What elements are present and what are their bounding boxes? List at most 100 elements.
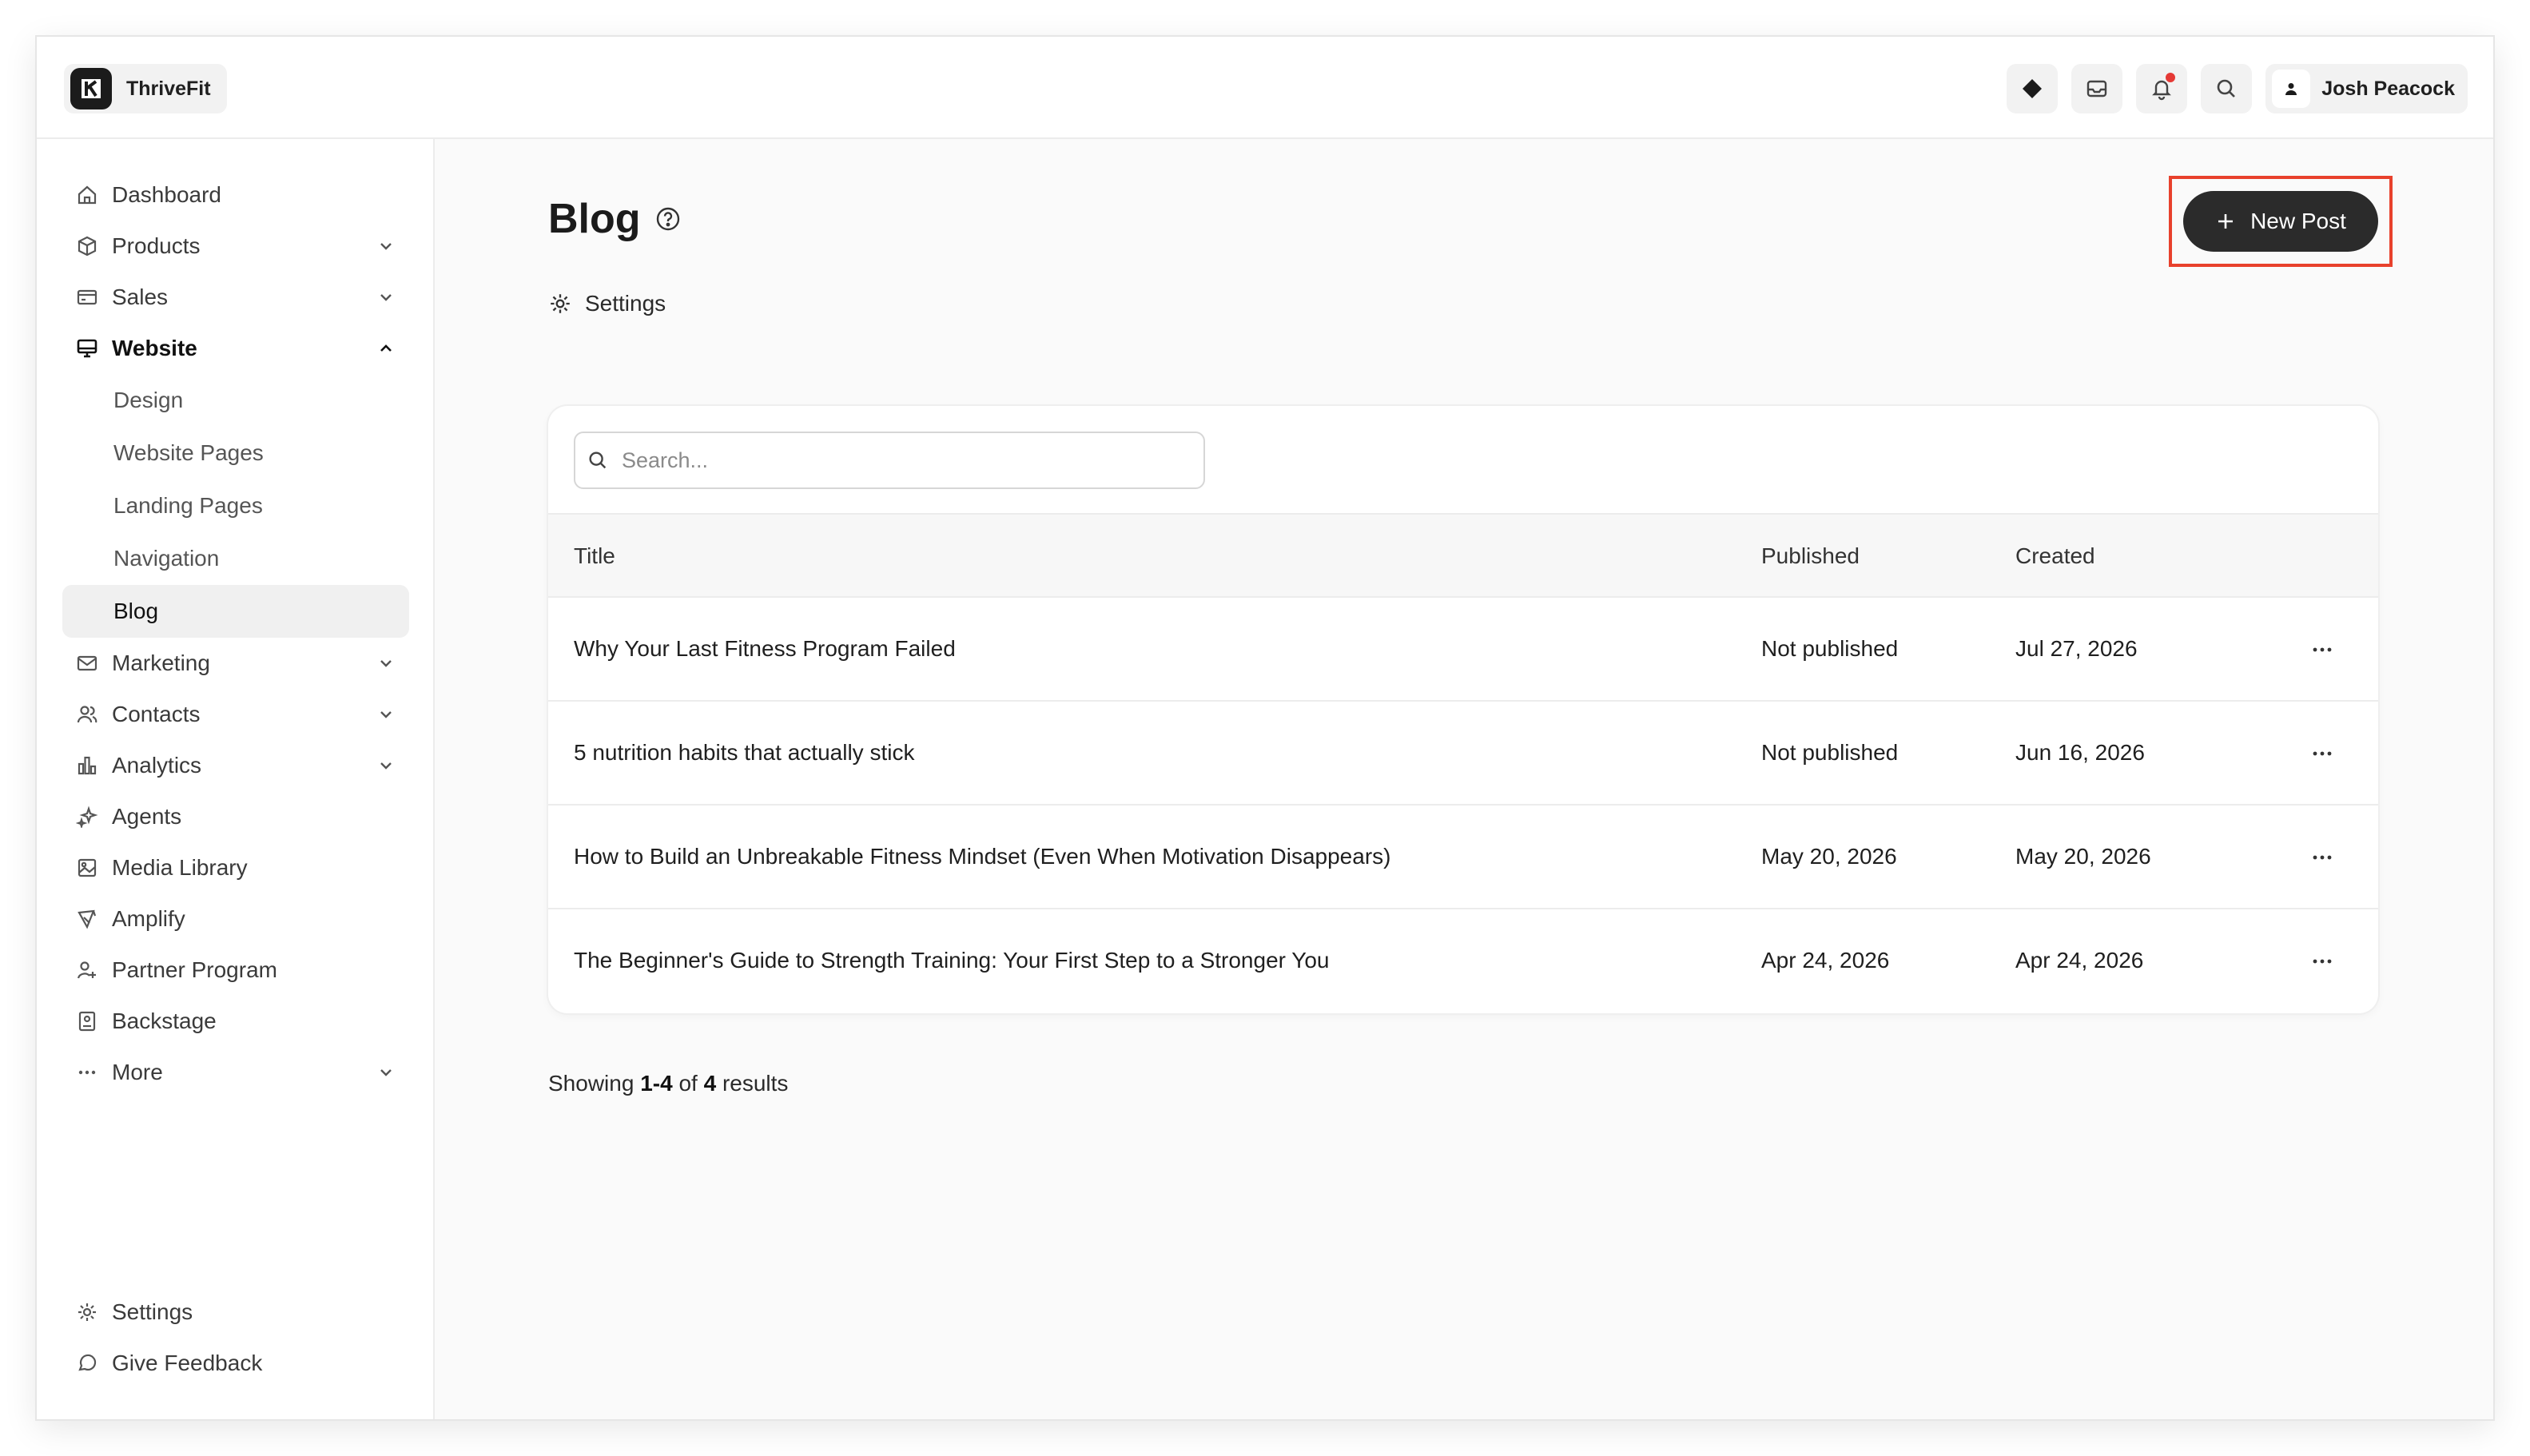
- gear-icon: [551, 294, 570, 313]
- user-name: Josh Peacock: [2321, 77, 2455, 100]
- chevron-down-icon: [380, 762, 392, 770]
- help-icon[interactable]: [655, 206, 681, 232]
- sidebar-item-label: Backstage: [112, 1008, 217, 1033]
- new-post-button[interactable]: New Post: [2183, 191, 2378, 252]
- sidebar-item-backstage[interactable]: Backstage: [62, 996, 409, 1047]
- post-published: Not published: [1761, 740, 1899, 765]
- workspace-switcher[interactable]: ThriveFit: [64, 64, 227, 113]
- sidebar: Dashboard Products Sales Website Design …: [37, 139, 435, 1419]
- sidebar-item-label: Partner Program: [112, 957, 277, 982]
- table-row[interactable]: How to Build an Unbreakable Fitness Mind…: [548, 806, 2378, 909]
- credit-card-icon: [75, 285, 99, 309]
- new-post-highlight: New Post: [2169, 176, 2393, 267]
- sidebar-item-agents[interactable]: Agents: [62, 791, 409, 842]
- post-published: Not published: [1761, 636, 1899, 661]
- table-header: Title Published Created: [548, 513, 2378, 598]
- sidebar-item-more[interactable]: More: [62, 1047, 409, 1098]
- sidebar-item-media-library[interactable]: Media Library: [62, 842, 409, 893]
- new-post-label: New Post: [2250, 209, 2346, 233]
- post-created: May 20, 2026: [2015, 844, 2151, 869]
- sidebar-item-label: Products: [112, 233, 201, 258]
- sidebar-subitem-website-pages[interactable]: Website Pages: [62, 427, 409, 479]
- post-created: Jul 27, 2026: [2015, 636, 2138, 661]
- post-published: May 20, 2026: [1761, 844, 1897, 869]
- more-horizontal-icon: [2313, 647, 2332, 652]
- sidebar-item-settings[interactable]: Settings: [62, 1287, 409, 1338]
- image-icon: [75, 856, 99, 880]
- search-input[interactable]: [620, 447, 1179, 474]
- bar-chart-icon: [75, 754, 99, 778]
- sidebar-item-website[interactable]: Website: [62, 323, 409, 374]
- sidebar-item-amplify[interactable]: Amplify: [62, 893, 409, 945]
- sidebar-item-marketing[interactable]: Marketing: [62, 638, 409, 689]
- notifications-button[interactable]: [2136, 64, 2188, 113]
- sidebar-item-label: More: [112, 1060, 163, 1084]
- sidebar-item-label: Settings: [112, 1299, 193, 1324]
- search-button[interactable]: [2201, 64, 2253, 113]
- post-created: Apr 24, 2026: [2015, 948, 2144, 973]
- chevron-down-icon: [380, 711, 392, 718]
- table-row[interactable]: Why Your Last Fitness Program Failed Not…: [548, 598, 2378, 702]
- chevron-up-icon: [380, 344, 392, 352]
- table-row[interactable]: The Beginner's Guide to Strength Trainin…: [548, 909, 2378, 1013]
- sidebar-item-label: Analytics: [112, 753, 202, 778]
- user-menu-button[interactable]: Josh Peacock: [2265, 64, 2468, 113]
- search-field[interactable]: [574, 432, 1205, 489]
- settings-label: Settings: [585, 291, 666, 316]
- column-header-published[interactable]: Published: [1761, 543, 1860, 569]
- mail-icon: [75, 651, 99, 675]
- column-header-title[interactable]: Title: [574, 543, 615, 569]
- post-title[interactable]: How to Build an Unbreakable Fitness Mind…: [574, 844, 1390, 869]
- post-published: Apr 24, 2026: [1761, 948, 1890, 973]
- sidebar-item-products[interactable]: Products: [62, 221, 409, 272]
- diamond-icon: [2023, 79, 2043, 98]
- column-header-created[interactable]: Created: [2015, 543, 2095, 569]
- monitor-icon: [75, 336, 99, 360]
- sidebar-subitem-design[interactable]: Design: [62, 374, 409, 427]
- page-title: Blog: [548, 196, 641, 242]
- chevron-down-icon: [380, 294, 392, 301]
- brand-logo-icon: [70, 68, 112, 109]
- user-icon: [2285, 83, 2297, 95]
- notification-dot: [2164, 71, 2178, 84]
- sidebar-item-sales[interactable]: Sales: [62, 272, 409, 323]
- sidebar-item-label: Marketing: [112, 650, 210, 675]
- post-title[interactable]: The Beginner's Guide to Strength Trainin…: [574, 948, 1330, 973]
- row-actions-button[interactable]: [2306, 638, 2338, 662]
- sidebar-subitem-navigation[interactable]: Navigation: [62, 532, 409, 585]
- main-content: Blog Settings New Post Search... Title P…: [435, 139, 2493, 1419]
- sidebar-item-label: Dashboard: [112, 182, 221, 207]
- sidebar-item-analytics[interactable]: Analytics: [62, 740, 409, 791]
- post-title[interactable]: Why Your Last Fitness Program Failed: [574, 636, 956, 662]
- blog-settings-link[interactable]: Settings: [548, 291, 666, 316]
- sidebar-item-label: Agents: [112, 804, 182, 829]
- row-actions-button[interactable]: [2306, 949, 2338, 973]
- home-icon: [75, 183, 99, 207]
- row-actions-button[interactable]: [2306, 845, 2338, 869]
- sidebar-item-label: Contacts: [112, 702, 201, 726]
- gear-icon: [75, 1300, 99, 1324]
- results-prefix: Showing: [548, 1071, 634, 1096]
- sidebar-item-dashboard[interactable]: Dashboard: [62, 169, 409, 221]
- results-suffix: results: [722, 1071, 789, 1096]
- sidebar-item-partner-program[interactable]: Partner Program: [62, 945, 409, 996]
- sidebar-subitem-blog[interactable]: Blog: [62, 585, 409, 638]
- search-icon: [589, 452, 607, 469]
- top-actions: Josh Peacock: [2007, 64, 2468, 113]
- sidebar-item-give-feedback[interactable]: Give Feedback: [62, 1338, 409, 1389]
- inbox-button[interactable]: [2071, 64, 2123, 113]
- chevron-down-icon: [380, 660, 392, 667]
- users-icon: [75, 702, 99, 726]
- table-row[interactable]: 5 nutrition habits that actually stick N…: [548, 702, 2378, 806]
- row-actions-button[interactable]: [2306, 742, 2338, 766]
- sidebar-subitem-landing-pages[interactable]: Landing Pages: [62, 479, 409, 532]
- diamond-button[interactable]: [2007, 64, 2059, 113]
- sidebar-item-contacts[interactable]: Contacts: [62, 689, 409, 740]
- more-horizontal-icon: [2313, 751, 2332, 756]
- sidebar-bottom: Settings Give Feedback: [62, 1287, 409, 1389]
- badge-icon: [75, 1009, 99, 1033]
- top-bar: ThriveFit Josh Peacock: [37, 37, 2493, 139]
- avatar: [2272, 70, 2311, 108]
- post-title[interactable]: 5 nutrition habits that actually stick: [574, 740, 914, 766]
- user-plus-icon: [75, 958, 99, 982]
